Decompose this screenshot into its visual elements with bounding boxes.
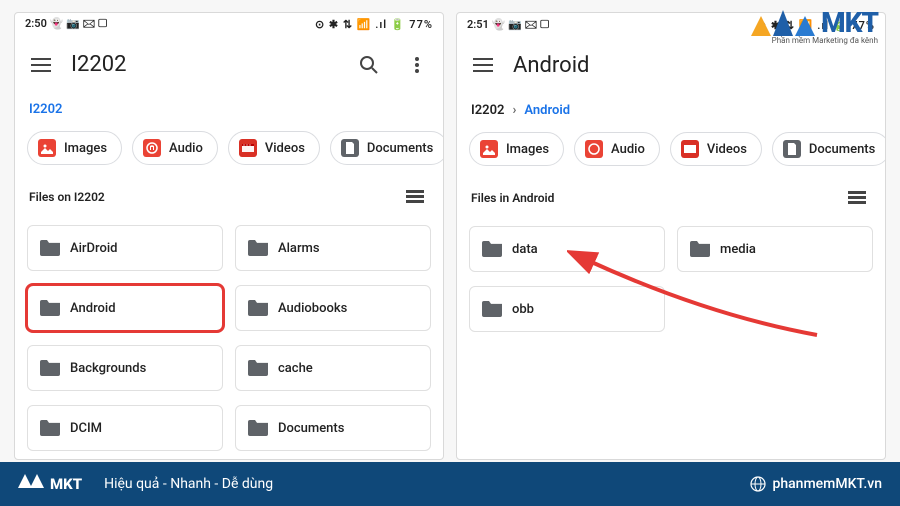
folder-label: AirDroid: [70, 241, 117, 256]
folder-icon: [248, 300, 268, 316]
chip-label: Documents: [367, 141, 433, 156]
breadcrumb-current: Android: [524, 103, 570, 118]
folder-label: data: [512, 242, 538, 257]
folder-dcim[interactable]: DCIM: [27, 405, 223, 451]
status-app-icons: 👻 📷 🖂 ▢: [492, 18, 550, 31]
page-title: I2202: [71, 52, 339, 77]
view-toggle-icon[interactable]: [843, 184, 871, 212]
footer-bar: MKT Hiệu quả - Nhanh - Dễ dùng phanmemMK…: [0, 462, 900, 506]
chip-videos[interactable]: Videos: [228, 131, 320, 165]
status-system-icons: ⊙ ✱ ⇅ 📶 .ıl 🔋 77%: [315, 18, 433, 31]
footer-site[interactable]: phanmemMKT.vn: [750, 476, 882, 492]
status-time: 2:50: [25, 17, 47, 30]
chip-label: Images: [506, 142, 549, 157]
folder-icon: [690, 241, 710, 257]
breadcrumb-root[interactable]: I2202: [471, 103, 504, 118]
folder-label: obb: [512, 302, 534, 317]
folder-icon: [248, 420, 268, 436]
folder-airdroid[interactable]: AirDroid: [27, 225, 223, 271]
folder-obb[interactable]: obb: [469, 286, 665, 332]
folder-label: Documents: [278, 421, 344, 436]
folder-icon: [248, 360, 268, 376]
folder-documents[interactable]: Documents: [235, 405, 431, 451]
chip-videos[interactable]: Videos: [670, 132, 762, 166]
breadcrumb-root[interactable]: I2202: [29, 102, 62, 117]
overflow-menu-icon[interactable]: [399, 47, 435, 83]
folder-audiobooks[interactable]: Audiobooks: [235, 285, 431, 331]
folder-icon: [40, 420, 60, 436]
menu-icon[interactable]: [23, 47, 59, 83]
page-title: Android: [513, 53, 877, 78]
folder-media[interactable]: media: [677, 226, 873, 272]
brand-name: MKT: [821, 6, 878, 39]
chip-label: Videos: [265, 141, 305, 156]
folder-label: Android: [70, 301, 116, 316]
chip-label: Audio: [611, 142, 645, 157]
folder-icon: [248, 240, 268, 256]
folder-label: Alarms: [278, 241, 320, 256]
footer-site-url: phanmemMKT.vn: [772, 476, 882, 492]
status-time: 2:51: [467, 18, 489, 31]
folder-label: DCIM: [70, 421, 102, 436]
folder-icon: [40, 300, 60, 316]
view-toggle-icon[interactable]: [401, 183, 429, 211]
chip-label: Documents: [809, 142, 875, 157]
chip-audio[interactable]: Audio: [132, 131, 218, 165]
chip-label: Audio: [169, 141, 203, 156]
chip-images[interactable]: Images: [27, 131, 122, 165]
chevron-right-icon: ›: [512, 103, 516, 118]
status-app-icons: 👻 📷 🖂 ▢: [50, 17, 108, 30]
folder-icon: [482, 301, 502, 317]
folder-android[interactable]: Android: [27, 285, 223, 331]
footer-tagline: Hiệu quả - Nhanh - Dễ dùng: [104, 476, 750, 492]
folder-backgrounds[interactable]: Backgrounds: [27, 345, 223, 391]
section-label: Files in Android: [471, 191, 554, 205]
folder-icon: [482, 241, 502, 257]
folder-label: cache: [278, 361, 313, 376]
brand-watermark: MKT Phần mềm Marketing đa kênh: [751, 6, 878, 39]
chip-images[interactable]: Images: [469, 132, 564, 166]
status-bar: 2:50 👻 📷 🖂 ▢ ⊙ ✱ ⇅ 📶 .ıl 🔋 77%: [15, 13, 443, 37]
footer-logo: MKT: [18, 474, 82, 494]
folder-label: Backgrounds: [70, 361, 146, 376]
right-phone-frame: 2:51 👻 📷 🖂 ▢ ⊙ ✱ ⇅ 📶 .ıl 🔋 77% Android I…: [456, 12, 886, 460]
folder-data[interactable]: data: [469, 226, 665, 272]
brand-subtitle: Phần mềm Marketing đa kênh: [772, 36, 878, 45]
chip-label: Videos: [707, 142, 747, 157]
footer-logo-text: MKT: [50, 475, 82, 493]
menu-icon[interactable]: [465, 47, 501, 83]
chip-audio[interactable]: Audio: [574, 132, 660, 166]
folder-label: Audiobooks: [278, 301, 347, 316]
chip-documents[interactable]: Documents: [330, 131, 443, 165]
search-icon[interactable]: [351, 47, 387, 83]
folder-cache[interactable]: cache: [235, 345, 431, 391]
folder-icon: [40, 360, 60, 376]
folder-icon: [40, 240, 60, 256]
folder-alarms[interactable]: Alarms: [235, 225, 431, 271]
globe-icon: [750, 476, 766, 492]
chip-label: Images: [64, 141, 107, 156]
folder-label: media: [720, 242, 756, 257]
chip-documents[interactable]: Documents: [772, 132, 885, 166]
section-label: Files on I2202: [29, 190, 105, 204]
left-phone-frame: 2:50 👻 📷 🖂 ▢ ⊙ ✱ ⇅ 📶 .ıl 🔋 77% I2202 I22…: [14, 12, 444, 460]
